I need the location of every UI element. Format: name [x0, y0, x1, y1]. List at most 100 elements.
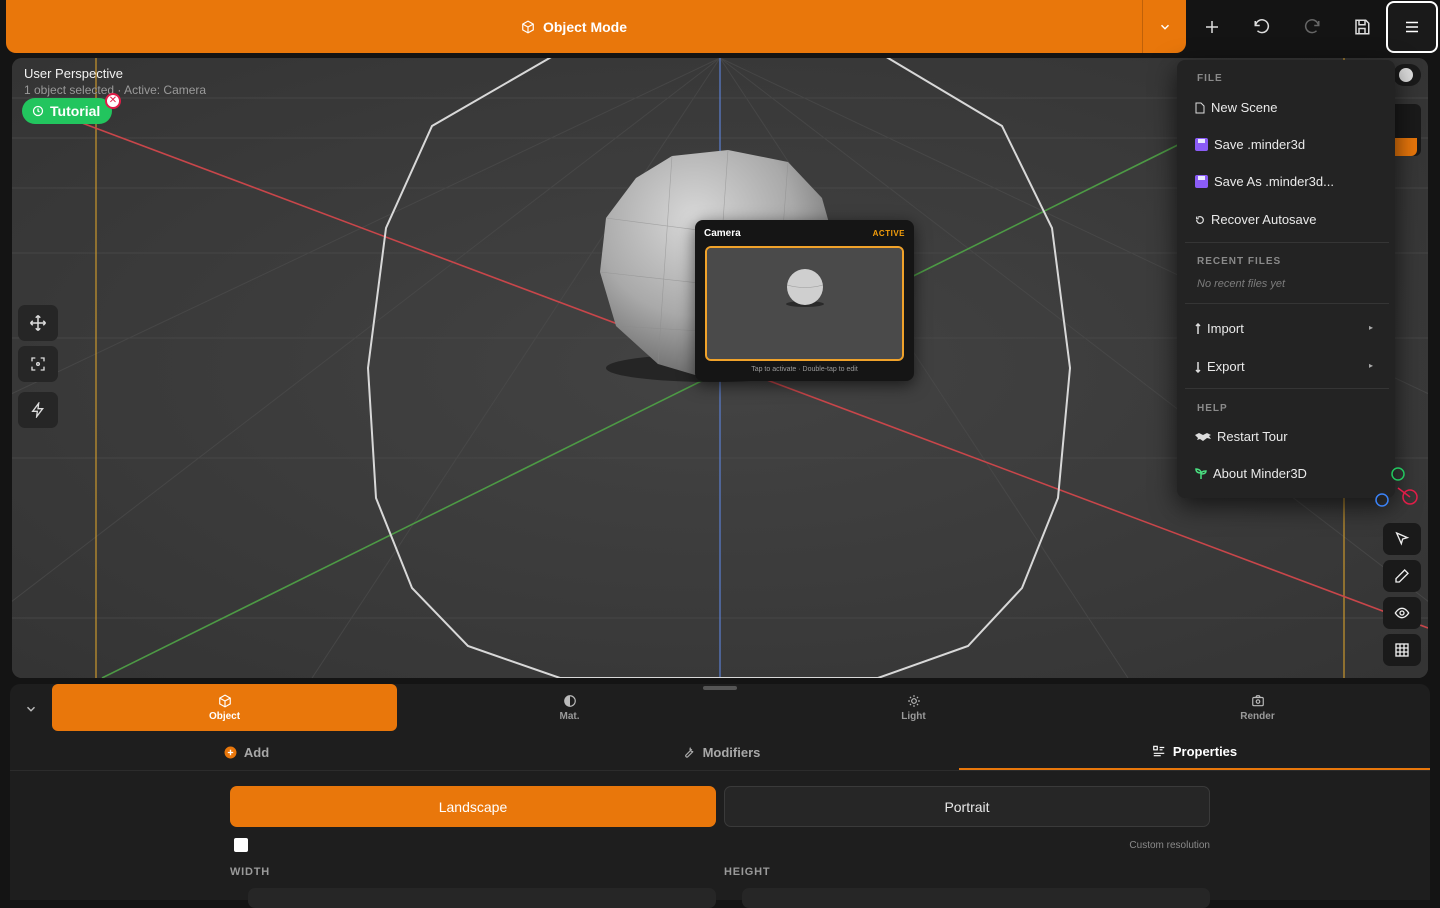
menu-divider: [1185, 303, 1389, 304]
visibility-button[interactable]: [1383, 597, 1421, 629]
tab-material-label: Mat.: [559, 710, 580, 722]
menu-recover-label: Recover Autosave: [1211, 212, 1317, 227]
recent-files-header: RECENT FILES: [1197, 256, 1282, 267]
chevron-down-icon: [26, 706, 36, 712]
add-button[interactable]: [1190, 5, 1234, 49]
tab-render[interactable]: Render: [1085, 684, 1430, 731]
menu-save-as[interactable]: Save As .minder3d...: [1195, 174, 1334, 189]
panel-collapse-button[interactable]: [20, 698, 42, 720]
menu-export[interactable]: Export: [1195, 359, 1245, 374]
tab-material[interactable]: Mat.: [397, 684, 742, 731]
main-menu-button[interactable]: [1386, 1, 1438, 53]
subtab-add-label: Add: [243, 744, 270, 760]
tour-map-icon: [1195, 432, 1211, 441]
save-button[interactable]: [1340, 5, 1384, 49]
hamburger-icon: [1406, 21, 1418, 33]
floppy-disk-icon: [1195, 175, 1208, 188]
width-label: WIDTH: [230, 866, 271, 878]
menu-about[interactable]: About Minder3D: [1195, 466, 1307, 481]
cube-icon: [218, 693, 231, 708]
floppy-disk-icon: [1195, 138, 1208, 151]
eye-icon: [1394, 607, 1410, 619]
help-section-header: HELP: [1197, 403, 1228, 414]
menu-divider: [1185, 388, 1389, 389]
sun-icon: [907, 694, 920, 707]
menu-save[interactable]: Save .minder3d: [1195, 137, 1305, 152]
grid-toggle-button[interactable]: [1383, 634, 1421, 666]
custom-resolution-checkbox[interactable]: [234, 838, 248, 852]
custom-resolution-label: Custom resolution: [1129, 840, 1210, 851]
camera-preview-view: [705, 246, 904, 361]
landscape-button[interactable]: Landscape: [230, 786, 716, 827]
menu-restart-tour[interactable]: Restart Tour: [1195, 429, 1288, 444]
toggle-knob: [1399, 68, 1413, 82]
tab-object[interactable]: Object: [52, 684, 397, 731]
redo-button[interactable]: [1290, 5, 1334, 49]
menu-recover-autosave[interactable]: Recover Autosave: [1195, 212, 1317, 227]
file-menu: FILE New Scene Save .minder3d Save As .m…: [1177, 60, 1395, 498]
axis-gizmo[interactable]: [1372, 462, 1422, 512]
grid-icon: [1395, 643, 1409, 657]
chevron-down-icon: [1160, 24, 1169, 30]
menu-import[interactable]: Import: [1195, 321, 1244, 336]
sprout-icon: [1195, 468, 1207, 479]
lightning-icon: [31, 402, 44, 418]
submenu-arrow-icon: ▸: [1368, 361, 1373, 370]
menu-save-as-label: Save As .minder3d...: [1214, 174, 1334, 189]
cursor-icon: [1395, 531, 1410, 546]
cube-icon: [522, 19, 534, 34]
menu-divider: [1185, 242, 1389, 243]
tab-light[interactable]: Light: [741, 684, 1086, 731]
camera-active-badge: ACTIVE: [872, 229, 905, 238]
document-icon: [1195, 102, 1205, 113]
recent-files-empty: No recent files yet: [1197, 278, 1286, 290]
arrow-up-icon: [1195, 322, 1201, 334]
subtab-divider: [10, 770, 1430, 771]
camera-preview-hint: Tap to activate · Double-tap to edit: [751, 366, 858, 373]
file-section-header: FILE: [1197, 73, 1223, 84]
undo-icon: [1254, 19, 1270, 34]
menu-import-label: Import: [1207, 321, 1244, 336]
portrait-button[interactable]: Portrait: [724, 786, 1210, 827]
camera-preview-card[interactable]: Camera ACTIVE Tap to activate · Double-t…: [695, 220, 914, 381]
height-input[interactable]: [742, 888, 1210, 908]
width-input[interactable]: [248, 888, 716, 908]
plus-icon: [1206, 21, 1218, 33]
move-arrows-icon: [29, 314, 47, 332]
mode-label: Object Mode: [542, 18, 627, 35]
subtab-properties[interactable]: Properties: [959, 734, 1430, 770]
view-dropdown-accent: [1393, 138, 1417, 156]
edit-tool-button[interactable]: [1383, 560, 1421, 592]
half-circle-icon: [563, 694, 576, 707]
menu-new-scene[interactable]: New Scene: [1195, 100, 1277, 115]
subtab-add[interactable]: Add: [10, 734, 483, 770]
floppy-disk-icon: [1355, 19, 1370, 35]
subtab-modifiers[interactable]: Modifiers: [483, 734, 959, 770]
quick-action-button[interactable]: [18, 392, 58, 428]
wrench-icon: [684, 746, 694, 758]
menu-export-label: Export: [1207, 359, 1245, 374]
frame-selection-button[interactable]: [18, 346, 58, 382]
undo-button[interactable]: [1240, 5, 1284, 49]
camera-preview-title: Camera: [704, 228, 741, 239]
tutorial-button[interactable]: Tutorial: [22, 98, 113, 124]
move-tool-button[interactable]: [18, 305, 58, 341]
arrow-down-icon: [1195, 361, 1201, 373]
submenu-arrow-icon: ▸: [1368, 323, 1373, 332]
mode-selector[interactable]: Object Mode: [6, 0, 1142, 53]
view-dropdown[interactable]: [1393, 104, 1421, 156]
tab-object-label: Object: [208, 710, 241, 722]
list-settings-icon: [1153, 745, 1165, 757]
select-tool-button[interactable]: [1383, 523, 1421, 555]
menu-new-scene-label: New Scene: [1211, 100, 1278, 115]
tutorial-label: Tutorial: [50, 103, 101, 119]
play-circle-icon: [32, 105, 44, 117]
mode-dropdown-button[interactable]: [1142, 0, 1186, 53]
subtab-properties-label: Properties: [1172, 743, 1238, 759]
camera-icon: [1251, 694, 1264, 706]
theme-toggle[interactable]: [1393, 64, 1421, 86]
tab-render-label: Render: [1240, 710, 1275, 722]
mode-bar: Object Mode: [6, 0, 1186, 53]
subtab-modifiers-label: Modifiers: [702, 744, 761, 760]
tutorial-close-icon[interactable]: ✕: [105, 93, 121, 109]
